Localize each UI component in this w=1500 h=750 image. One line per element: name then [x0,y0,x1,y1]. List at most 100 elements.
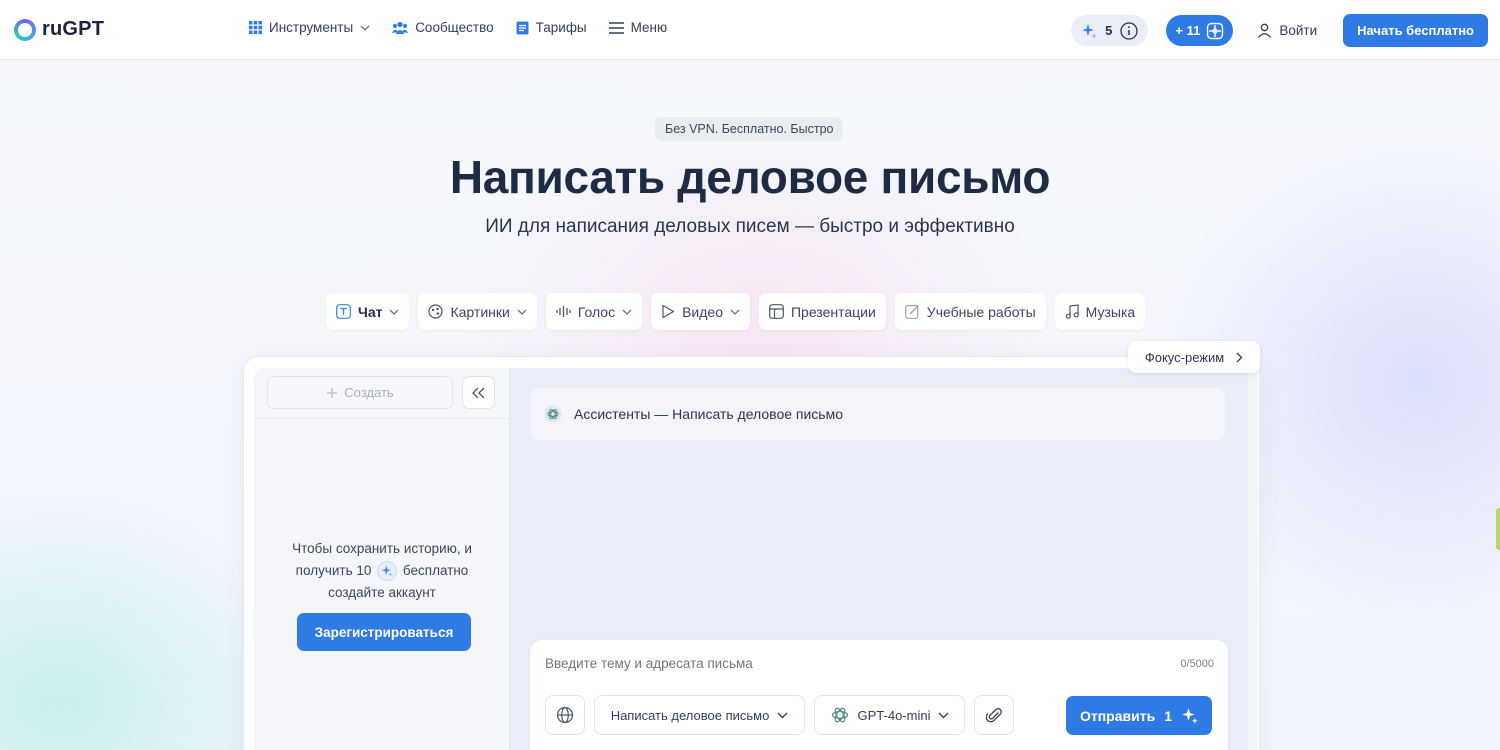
login-label: Войти [1279,23,1318,38]
save-history-hint: Чтобы сохранить историю, и получить 10 б… [254,538,510,604]
header-actions: 5 + 11 Войти Начать бесплатно [1071,14,1488,47]
mode-tab-voice[interactable]: Голос [545,293,643,330]
create-chat-button[interactable]: Создать [267,376,453,409]
nav-item-label: Меню [630,20,668,35]
grid-icon [249,21,262,34]
save-hint-text: получить 10 [295,563,372,578]
attach-button[interactable] [974,695,1014,735]
layout-icon [769,304,784,319]
user-icon [1258,23,1272,38]
sparkle-icon [1082,23,1098,39]
nav-item-label: Тарифы [535,20,587,35]
bonus-count: + 11 [1175,23,1201,38]
plus-icon [327,387,338,398]
waveform-icon [556,306,571,317]
mode-tab-label: Видео [682,303,723,320]
openai-icon [831,707,848,723]
double-chevron-left-icon [471,387,484,398]
credits-balance[interactable]: 5 [1071,15,1149,46]
save-hint-line: Чтобы сохранить историю, и [292,541,472,556]
credits-count: 5 [1105,23,1113,38]
nav-item-community[interactable]: Сообщество [392,20,494,35]
logo[interactable]: ruGPT [14,18,104,41]
paperclip-icon [986,708,1002,723]
save-hint-line: создайте аккаунт [328,585,436,600]
chevron-down-icon [517,309,527,315]
mode-tab-label: Учебные работы [926,303,1036,320]
mode-tab-images[interactable]: Картинки [418,293,537,330]
edit-icon [904,304,919,319]
create-chat-label: Создать [344,385,394,400]
nav-item-label: Инструменты [269,20,354,35]
mode-tab-chat[interactable]: Чат [326,293,410,330]
chevron-down-icon [360,25,370,31]
hamburger-icon [608,21,624,34]
logo-ring-icon [14,18,36,41]
chat-area: Ассистенты — Написать деловое письмо 0/5… [510,368,1250,750]
music-icon [1065,304,1079,319]
nav-item-pricing[interactable]: Тарифы [516,20,587,35]
logo-text: ruGPT [42,18,105,40]
hero-badge: Без VPN. Бесплатно. Быстро [655,117,844,141]
char-counter: 0/5000 [1180,658,1214,670]
save-hint-line-with-icon: получить 10 бесплатно [254,560,510,582]
history-sidebar: Создать Чтобы сохранить историю, и получ… [254,368,510,750]
side-widget-tab[interactable] [1496,508,1500,550]
chevron-right-icon [1236,352,1243,362]
nav-item-tools[interactable]: Инструменты [249,20,370,35]
focus-mode-label: Фокус-режим [1144,349,1225,365]
chevron-down-icon [938,712,949,718]
login-link[interactable]: Войти [1257,23,1317,38]
model-select[interactable]: GPT-4o-mini [814,695,965,735]
message-composer: 0/5000 Написать деловое письмо GPT-4o-mi… [530,640,1228,750]
bonus-badge[interactable]: + 11 [1166,15,1234,46]
send-cost: 1 [1164,707,1172,724]
scrollbar[interactable] [1248,368,1258,750]
image-icon [428,304,444,319]
template-select-value: Написать деловое письмо [610,707,770,723]
info-icon[interactable] [1120,21,1139,40]
web-search-toggle[interactable] [545,695,585,735]
sparkle-icon [1182,708,1198,724]
chevron-down-icon [730,309,740,315]
model-select-value: GPT-4o-mini [857,707,931,723]
page-title: Написать деловое письмо [449,151,1051,203]
send-label: Отправить [1079,707,1156,724]
save-hint-text: бесплатно [402,563,469,578]
mode-tab-label: Музыка [1085,303,1136,320]
community-icon [392,21,409,34]
play-icon [662,304,675,319]
template-select[interactable]: Написать деловое письмо [594,695,805,735]
nav-item-label: Сообщество [415,20,494,35]
mode-tab-label: Презентации [790,303,876,320]
main-nav: Инструменты Сообщество Тарифы Меню [249,20,667,35]
chevron-down-icon [777,712,788,718]
collapse-sidebar-button[interactable] [462,376,495,409]
mode-tabs: Чат Картинки Голос Видео Презентации Уче… [326,293,1146,330]
openai-icon [544,405,562,423]
chevron-down-icon [390,309,399,315]
message-input[interactable] [545,656,1145,671]
mode-tab-study[interactable]: Учебные работы [894,293,1046,330]
sidebar-divider [254,418,510,419]
gift-icon [1207,22,1224,39]
top-header: ruGPT Инструменты Сообщество Тарифы Меню [0,0,1500,60]
assistant-header[interactable]: Ассистенты — Написать деловое письмо [530,388,1225,440]
page-subtitle: ИИ для написания деловых писем — быстро … [485,216,1015,237]
chevron-down-icon [622,309,632,315]
mode-tab-video[interactable]: Видео [651,293,750,330]
nav-item-menu[interactable]: Меню [608,20,668,35]
focus-mode-button[interactable]: Фокус-режим [1128,341,1260,373]
mode-tab-label: Чат [358,303,383,320]
register-button[interactable]: Зарегистрироваться [297,613,471,651]
mode-tab-music[interactable]: Музыка [1054,293,1146,330]
mode-tab-label: Картинки [450,303,510,320]
send-button[interactable]: Отправить 1 [1066,696,1212,735]
assistant-title: Ассистенты — Написать деловое письмо [574,406,844,422]
globe-icon [556,706,574,724]
start-free-button[interactable]: Начать бесплатно [1343,14,1488,47]
mode-tab-presentations[interactable]: Презентации [758,293,886,330]
sparkle-icon [377,561,398,582]
mode-tab-label: Голос [577,303,616,320]
document-icon [516,21,529,34]
